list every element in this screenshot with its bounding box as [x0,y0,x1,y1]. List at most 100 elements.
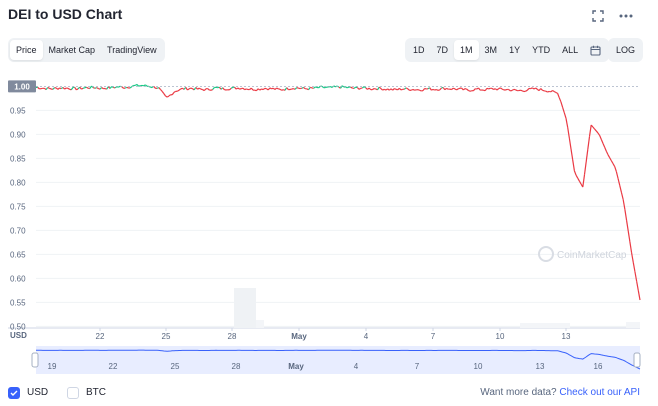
price-line-segment [494,88,498,91]
price-line-segment [52,87,55,90]
price-line-segment [461,87,464,91]
expand-icon[interactable] [590,8,606,24]
price-line-segment [560,101,564,108]
tab-market-cap[interactable]: Market Cap [43,40,102,60]
x-tick-label: May [291,332,307,341]
price-line-segment [612,163,616,167]
price-line-segment [37,86,40,90]
more-icon[interactable] [618,8,634,24]
price-line-segment [429,87,432,91]
price-line-segment [166,95,170,98]
price-line-segment [405,87,409,90]
price-line-segment [540,88,543,91]
price-line-segment [234,86,237,90]
range-1y[interactable]: 1Y [503,40,526,60]
calendar-button[interactable] [584,40,607,60]
api-link[interactable]: Check out our API [559,387,640,398]
y-tick-label: 0.65 [10,250,26,259]
price-line-segment [578,180,582,185]
range-7d[interactable]: 7D [431,40,455,60]
range-1d[interactable]: 1D [407,40,431,60]
price-line-segment [368,87,372,91]
price-line-segment [472,88,476,92]
tab-tradingview[interactable]: TradingView [101,40,163,60]
price-line-segment [572,159,575,171]
y-axis-labels: 0.950.900.850.800.750.700.650.600.550.50 [10,106,26,331]
price-line-segment [212,87,215,90]
price-line-segment [74,86,77,91]
price-line-segment [550,90,553,93]
current-price-label: 1.00 [14,82,30,91]
price-line-segment [109,86,113,89]
price-line-segment [542,89,545,92]
x-tick-label: 13 [562,332,571,341]
footer: USD BTC Want more data? Check out our AP… [0,386,658,402]
volume-bars [234,288,640,328]
navigator-tick-label: May [288,362,304,371]
price-line-segment [279,88,282,91]
price-line-segment [637,290,641,301]
price-line-segment [577,177,580,182]
range-ytd[interactable]: YTD [526,40,556,60]
price-line-segment [126,86,129,89]
price-line-segment [500,87,503,90]
price-line-segment [59,87,62,90]
price-line-segment [382,88,385,91]
price-line-segment [267,87,271,91]
price-line-segment [129,86,133,89]
price-chart[interactable]: CoinMarketCap 0.95 0.90 0.85 0.80 0.75 0.70 0.… [0,74,658,380]
tab-price[interactable]: Price [10,40,43,60]
price-line-segment [422,88,426,92]
x-tick-label: 10 [496,332,505,341]
coinmarketcap-watermark: CoinMarketCap [538,246,627,262]
price-line-segment [346,86,350,89]
price-line-segment [387,88,390,91]
price-line-segment [573,170,577,176]
price-line-segment [229,87,232,91]
price-line-segment [171,92,175,96]
range-1m[interactable]: 1M [454,40,479,60]
log-button[interactable]: LOG [610,40,641,60]
price-line-segment [511,88,515,91]
y-tick-label: 0.90 [10,130,26,139]
price-line-segment [567,127,570,139]
price-line-segment [390,88,394,91]
price-line-segment [424,87,427,90]
navigator-tick-label: 13 [536,362,545,371]
price-line-segment [356,87,360,90]
range-all[interactable]: ALL [556,40,584,60]
price-line-segment [552,89,555,92]
range-3m[interactable]: 3M [479,40,504,60]
price-line-segment [439,87,442,91]
price-line-segment [281,89,284,91]
price-line-segment [556,93,560,98]
price-line-segment [96,87,99,89]
x-tick-label: 28 [228,332,237,341]
price-line-segment [558,97,562,103]
price-line-segment [553,90,557,94]
price-line-segment [394,88,397,90]
price-line-segment [345,86,348,89]
range-navigator: 19 22 25 28 May 4 7 10 13 16 [31,346,641,374]
navigator-tick-label: 10 [474,362,483,371]
btc-checkbox[interactable] [67,387,79,399]
btc-label: BTC [86,387,106,398]
price-line-segment [222,87,225,91]
price-line-segment [545,90,548,93]
navigator-tick-label: 7 [415,362,420,371]
price-line-segment [341,85,345,88]
price-line-segment [563,112,567,119]
price-line-segment [237,87,240,90]
price-line-segment [101,87,104,90]
price-line-segment [547,90,550,93]
usd-checkbox[interactable] [8,387,20,399]
price-line-segment [432,88,435,91]
price-line-segment [82,87,85,89]
price-line-segment [239,88,242,90]
price-line-segment [259,88,262,91]
price-line-segment [64,87,67,90]
price-line-segment [114,86,118,89]
price-line-segment [594,128,597,132]
price-line-segment [505,88,508,91]
price-line-segment [419,89,422,92]
